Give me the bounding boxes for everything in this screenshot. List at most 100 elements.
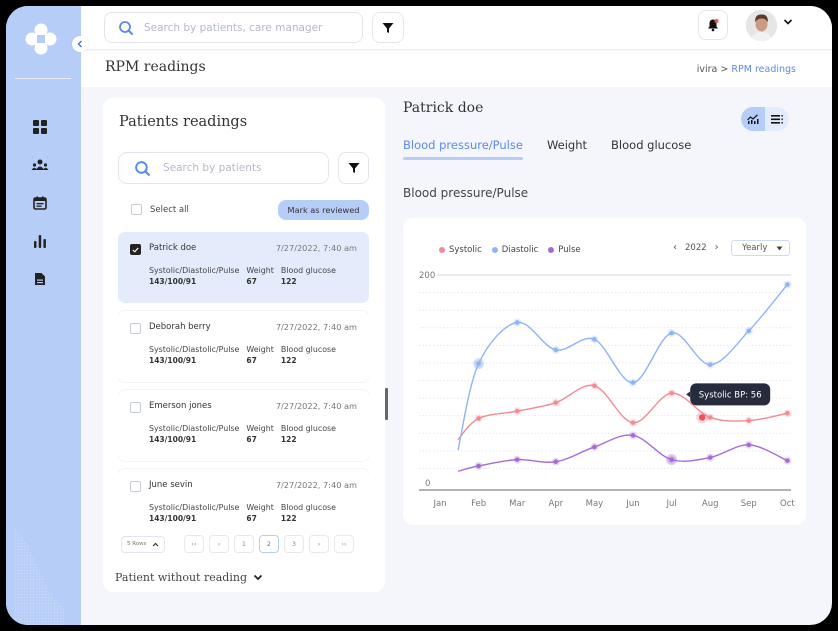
- sidebar-item-calendar[interactable]: [31, 194, 49, 212]
- weight-label: Weight: [246, 503, 274, 512]
- breadcrumb-current[interactable]: RPM readings: [731, 64, 796, 75]
- patient-checkbox[interactable]: [130, 244, 141, 255]
- bp-value: 143/100/91: [149, 435, 197, 444]
- view-toggle: [741, 107, 789, 131]
- bp-label: Systolic/Diastolic/Pulse: [149, 424, 240, 433]
- filter-icon: [382, 22, 394, 33]
- breadcrumb: ivira > RPM readings: [697, 64, 796, 75]
- patient-card[interactable]: June sevin 7/27/2022, 7:40 am Systolic/D…: [118, 469, 369, 534]
- page-title: RPM readings: [105, 59, 206, 75]
- patient-name: Deborah berry: [149, 322, 211, 332]
- data-point-pulse: [630, 433, 636, 438]
- data-point-systolic: [553, 400, 559, 405]
- chevron-down-icon[interactable]: [783, 18, 793, 26]
- prev-page-button[interactable]: ‹: [209, 535, 229, 553]
- collapse-sidebar-button[interactable]: [72, 36, 88, 52]
- sidebar: [6, 6, 81, 625]
- global-search-input[interactable]: [144, 21, 344, 34]
- sidebar-item-documents[interactable]: [31, 270, 49, 288]
- next-page-button[interactable]: ›: [309, 535, 329, 553]
- rows-per-page-select[interactable]: 5 Rows: [121, 535, 165, 553]
- data-point-systolic: [746, 418, 752, 423]
- patient-checkbox[interactable]: [130, 323, 141, 334]
- bp-label: Systolic/Diastolic/Pulse: [149, 503, 240, 512]
- data-point-systolic: [707, 415, 713, 420]
- patient-list-scrollbar[interactable]: [385, 388, 388, 420]
- patient-card[interactable]: Patrick doe 7/27/2022, 7:40 am Systolic/…: [118, 232, 369, 303]
- bp-label: Systolic/Diastolic/Pulse: [149, 266, 240, 275]
- x-tick-label: Feb: [471, 499, 486, 509]
- patient-checkbox[interactable]: [130, 481, 141, 492]
- reading-datetime: 7/27/2022, 7:40 am: [275, 322, 357, 332]
- global-search[interactable]: [104, 12, 363, 43]
- list-view-button[interactable]: [765, 107, 789, 131]
- without-reading-label: Patient without reading: [115, 571, 247, 584]
- weight-value: 67: [246, 356, 257, 365]
- first-page-button[interactable]: ‹‹: [184, 535, 204, 553]
- data-point-pulse: [514, 457, 520, 462]
- breadcrumb-root[interactable]: ivira: [697, 64, 718, 75]
- glucose-label: Blood glucose: [280, 424, 337, 433]
- x-tick-label: Apr: [548, 499, 563, 509]
- mark-as-reviewed-button[interactable]: Mark as reviewed: [278, 200, 369, 220]
- last-page-button[interactable]: ››: [334, 535, 354, 553]
- patient-search-input[interactable]: [163, 162, 323, 174]
- filter-icon: [348, 163, 359, 173]
- patient-checkbox[interactable]: [130, 402, 141, 413]
- bp-label: Systolic/Diastolic/Pulse: [149, 345, 240, 354]
- page-button-current[interactable]: 2: [259, 535, 279, 553]
- data-point-diastolic: [785, 282, 790, 287]
- user-avatar[interactable]: [746, 10, 777, 41]
- patient-card[interactable]: Deborah berry 7/27/2022, 7:40 am Systoli…: [118, 311, 369, 382]
- data-point-diastolic: [514, 320, 520, 325]
- bell-icon: [708, 19, 719, 32]
- reading-values: Systolic/Diastolic/Pulse 143/100/91 Weigh…: [149, 266, 336, 286]
- y-tick-label: 0: [425, 479, 430, 489]
- reading-values: Systolic/Diastolic/Pulse 143/100/91 Weigh…: [149, 503, 336, 523]
- sidebar-divider: [15, 78, 71, 79]
- patient-list: Patrick doe 7/27/2022, 7:40 am Systolic/…: [118, 232, 369, 534]
- calendar-icon: [33, 196, 47, 210]
- patients-without-reading-toggle[interactable]: Patient without reading: [115, 571, 263, 584]
- grid-icon: [33, 120, 47, 134]
- x-tick-label: Oct: [780, 499, 795, 509]
- data-point-systolic: [514, 408, 520, 414]
- patient-search[interactable]: [118, 152, 329, 184]
- glucose-value: 122: [280, 514, 297, 523]
- sidebar-item-dashboard[interactable]: [31, 118, 49, 136]
- tab-weight[interactable]: Weight: [547, 138, 587, 158]
- glucose-value: 122: [280, 277, 297, 286]
- glucose-value: 122: [280, 356, 297, 365]
- search-icon: [119, 20, 133, 35]
- sidebar-item-reports[interactable]: [31, 232, 49, 250]
- select-all[interactable]: Select all: [131, 204, 189, 215]
- avatar-image: [746, 10, 777, 41]
- patient-filter-button[interactable]: [338, 152, 369, 184]
- list-view-icon: [771, 114, 783, 124]
- global-filter-button[interactable]: [372, 12, 404, 43]
- reading-datetime: 7/27/2022, 7:40 am: [275, 480, 357, 490]
- page-button[interactable]: 1: [234, 535, 254, 553]
- page-button[interactable]: 3: [284, 535, 304, 553]
- chart-view-icon: [747, 114, 759, 124]
- tab-blood-glucose[interactable]: Blood glucose: [611, 138, 691, 158]
- highlight-halo: [666, 454, 678, 466]
- sidebar-item-patients[interactable]: [31, 156, 49, 174]
- patient-card[interactable]: Emerson jones 7/27/2022, 7:40 am Systoli…: [118, 390, 369, 461]
- data-point-systolic: [630, 420, 636, 425]
- tab-blood-pressure[interactable]: Blood pressure/Pulse: [403, 138, 523, 160]
- chart-view-button[interactable]: [741, 107, 765, 131]
- checkmark-icon: [132, 247, 139, 253]
- series-line-diastolic: [457, 284, 788, 451]
- page-header: RPM readings ivira > RPM readings: [81, 51, 832, 87]
- reading-datetime: 7/27/2022, 7:40 am: [275, 243, 357, 253]
- data-point-systolic: [592, 383, 597, 389]
- glucose-label: Blood glucose: [280, 345, 337, 354]
- weight-label: Weight: [246, 266, 274, 275]
- select-all-checkbox[interactable]: [131, 204, 142, 215]
- weight-label: Weight: [246, 345, 274, 354]
- chevron-left-icon: [77, 40, 83, 48]
- data-point-systolic: [476, 416, 481, 421]
- notifications-button[interactable]: [698, 10, 728, 40]
- data-point-diastolic: [553, 347, 559, 353]
